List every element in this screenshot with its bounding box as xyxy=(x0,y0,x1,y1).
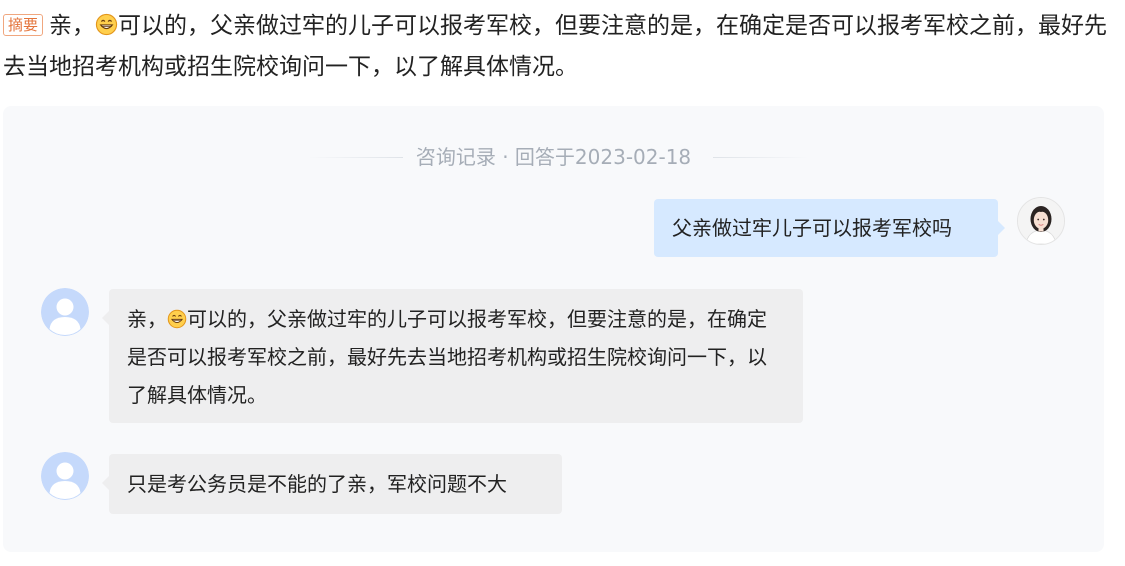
lawyer-avatar[interactable] xyxy=(41,452,89,500)
lawyer-avatar[interactable] xyxy=(41,288,89,336)
grinning-face-icon xyxy=(95,13,118,36)
lawyer-reply-bubble: 只是考公务员是不能的了亲，军校问题不大 xyxy=(102,454,562,514)
person-icon xyxy=(41,288,89,336)
summary-text-start: 亲， xyxy=(49,13,96,39)
summary-tag: 摘要 xyxy=(3,14,44,36)
header-divider-right xyxy=(713,157,808,158)
user-avatar[interactable] xyxy=(1017,197,1065,245)
answer-summary: 摘要 亲， 可以的，父亲做过牢的儿子可以报考军校，但要注意的是，在确定是否可以报考… xyxy=(3,6,1113,88)
summary-text-end: 可以的，父亲做过牢的儿子可以报考军校，但要注意的是，在确定是否可以报考军校之前，… xyxy=(3,13,1108,80)
reply-text-end: 可以的，父亲做过牢的儿子可以报考军校，但要注意的是，在确定是否可以报考军校之前，… xyxy=(127,307,767,407)
grinning-face-icon xyxy=(167,309,187,329)
consultation-header: 咨询记录 · 回答于2023-02-18 xyxy=(3,143,1104,171)
consultation-title: 咨询记录 · 回答于2023-02-18 xyxy=(415,145,692,169)
consultation-record: 咨询记录 · 回答于2023-02-18 父亲做过牢儿子可以报考军校吗 亲， 可… xyxy=(3,106,1104,552)
reply-text-start: 亲， xyxy=(127,307,167,331)
person-icon xyxy=(41,452,89,500)
lawyer-reply-bubble: 亲， 可以的，父亲做过牢的儿子可以报考军校，但要注意的是，在确定是否可以报考军校… xyxy=(102,289,803,423)
user-question-bubble: 父亲做过牢儿子可以报考军校吗 xyxy=(654,199,1005,257)
user-photo-icon xyxy=(1018,198,1064,244)
